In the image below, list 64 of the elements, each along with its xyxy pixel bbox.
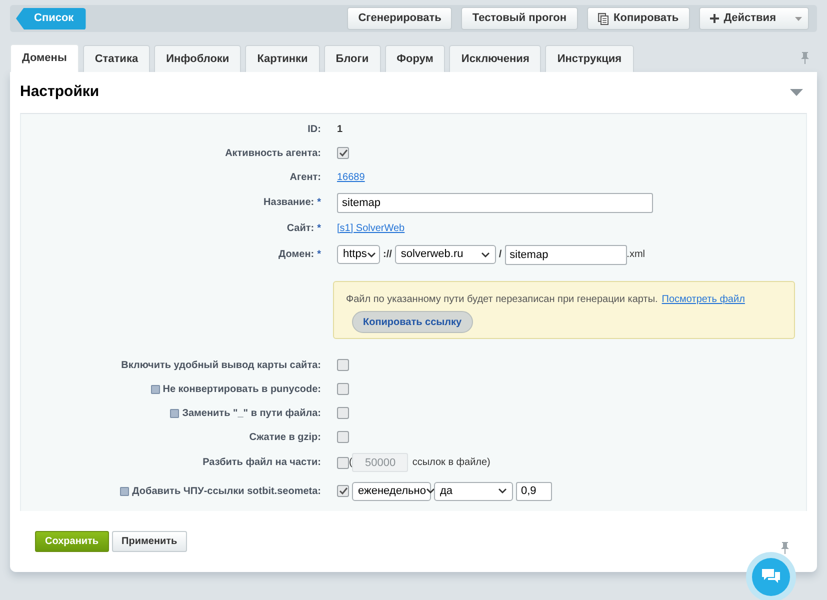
checkbox[interactable] bbox=[337, 431, 349, 443]
separator-text: :// bbox=[383, 248, 392, 262]
bracket-text: ( bbox=[349, 456, 352, 470]
suffix-text: .xml bbox=[626, 248, 646, 262]
toolbar-button[interactable]: Копировать bbox=[586, 7, 690, 30]
tab[interactable]: Форум bbox=[384, 45, 446, 72]
select-field[interactable]: solverweb.ru bbox=[394, 245, 496, 264]
chevron-down-icon bbox=[480, 252, 490, 258]
chevron-down-icon bbox=[498, 488, 507, 494]
collapse-icon[interactable] bbox=[790, 89, 803, 96]
select-field[interactable]: https bbox=[337, 245, 380, 264]
field-label: Разбить файл на части: bbox=[202, 456, 321, 470]
checkbox[interactable] bbox=[337, 485, 349, 497]
toolbar-button[interactable]: Действия bbox=[698, 7, 809, 30]
plus-icon bbox=[710, 14, 719, 23]
chevron-down-icon bbox=[366, 252, 376, 258]
field-label: Добавить ЧПУ-ссылки sotbit.seometa: bbox=[132, 484, 321, 498]
checkbox[interactable] bbox=[337, 147, 349, 159]
field-label: Агент: bbox=[290, 170, 321, 184]
field-value: 1 bbox=[337, 122, 343, 136]
caret-icon bbox=[795, 16, 802, 20]
required-mark: * bbox=[317, 222, 321, 236]
field-label: Сайт: bbox=[286, 222, 314, 236]
view-file-link[interactable]: Посмотреть файл bbox=[662, 292, 745, 307]
field-label: Название: bbox=[264, 196, 314, 210]
field-link[interactable]: [s1] SolverWeb bbox=[337, 220, 405, 236]
tab[interactable]: Исключения bbox=[449, 45, 542, 72]
checkbox[interactable] bbox=[337, 407, 349, 419]
field-label: Не конвертировать в punycode: bbox=[162, 382, 321, 396]
tab[interactable]: Инфоблоки bbox=[154, 45, 242, 72]
chevron-down-icon bbox=[426, 488, 435, 494]
required-mark: * bbox=[317, 248, 321, 262]
tab[interactable]: Домены bbox=[10, 44, 79, 72]
footer-button[interactable]: Применить bbox=[112, 531, 188, 552]
tab[interactable]: Картинки bbox=[245, 45, 320, 72]
toolbar-button[interactable]: Тестовый прогон bbox=[461, 7, 578, 30]
field-label: Активность агента: bbox=[225, 146, 321, 160]
suffix-text: ссылок в файле) bbox=[412, 456, 490, 470]
field-label: Заменить "_" в пути файла: bbox=[182, 406, 321, 420]
field-label: Включить удобный вывод карты сайта: bbox=[121, 358, 321, 372]
tab[interactable]: Инструкция bbox=[545, 45, 634, 72]
pin-icon bbox=[781, 542, 789, 554]
field-link[interactable]: 16689 bbox=[337, 170, 365, 184]
toolbar-button[interactable]: Сгенерировать bbox=[347, 7, 452, 30]
select-field[interactable]: еженедельно bbox=[352, 482, 431, 500]
input-field[interactable]: sitemap bbox=[504, 244, 627, 264]
field-label: Сжатие в gzip: bbox=[249, 430, 321, 444]
note-text: Файл по указанному пути будет перезаписан при генерации карты. bbox=[346, 293, 658, 307]
select-field[interactable]: да bbox=[434, 482, 513, 500]
chat-bubbles-icon bbox=[762, 569, 780, 585]
separator-text: / bbox=[498, 248, 502, 262]
tab[interactable]: Блоги bbox=[324, 45, 381, 72]
input-field[interactable]: 0,9 bbox=[516, 482, 552, 500]
field-label: ID: bbox=[308, 122, 321, 136]
section-title: Настройки bbox=[20, 82, 100, 102]
pin-icon bbox=[801, 52, 809, 64]
copy-link-button[interactable]: Копировать ссылку bbox=[352, 311, 473, 333]
checkbox[interactable] bbox=[337, 359, 349, 371]
tab[interactable]: Статика bbox=[82, 45, 150, 72]
input-field[interactable]: sitemap bbox=[337, 192, 653, 212]
copy-icon bbox=[598, 12, 609, 24]
field-label: Домен: bbox=[278, 248, 314, 262]
required-mark: * bbox=[317, 196, 321, 210]
checkbox[interactable] bbox=[337, 383, 349, 395]
